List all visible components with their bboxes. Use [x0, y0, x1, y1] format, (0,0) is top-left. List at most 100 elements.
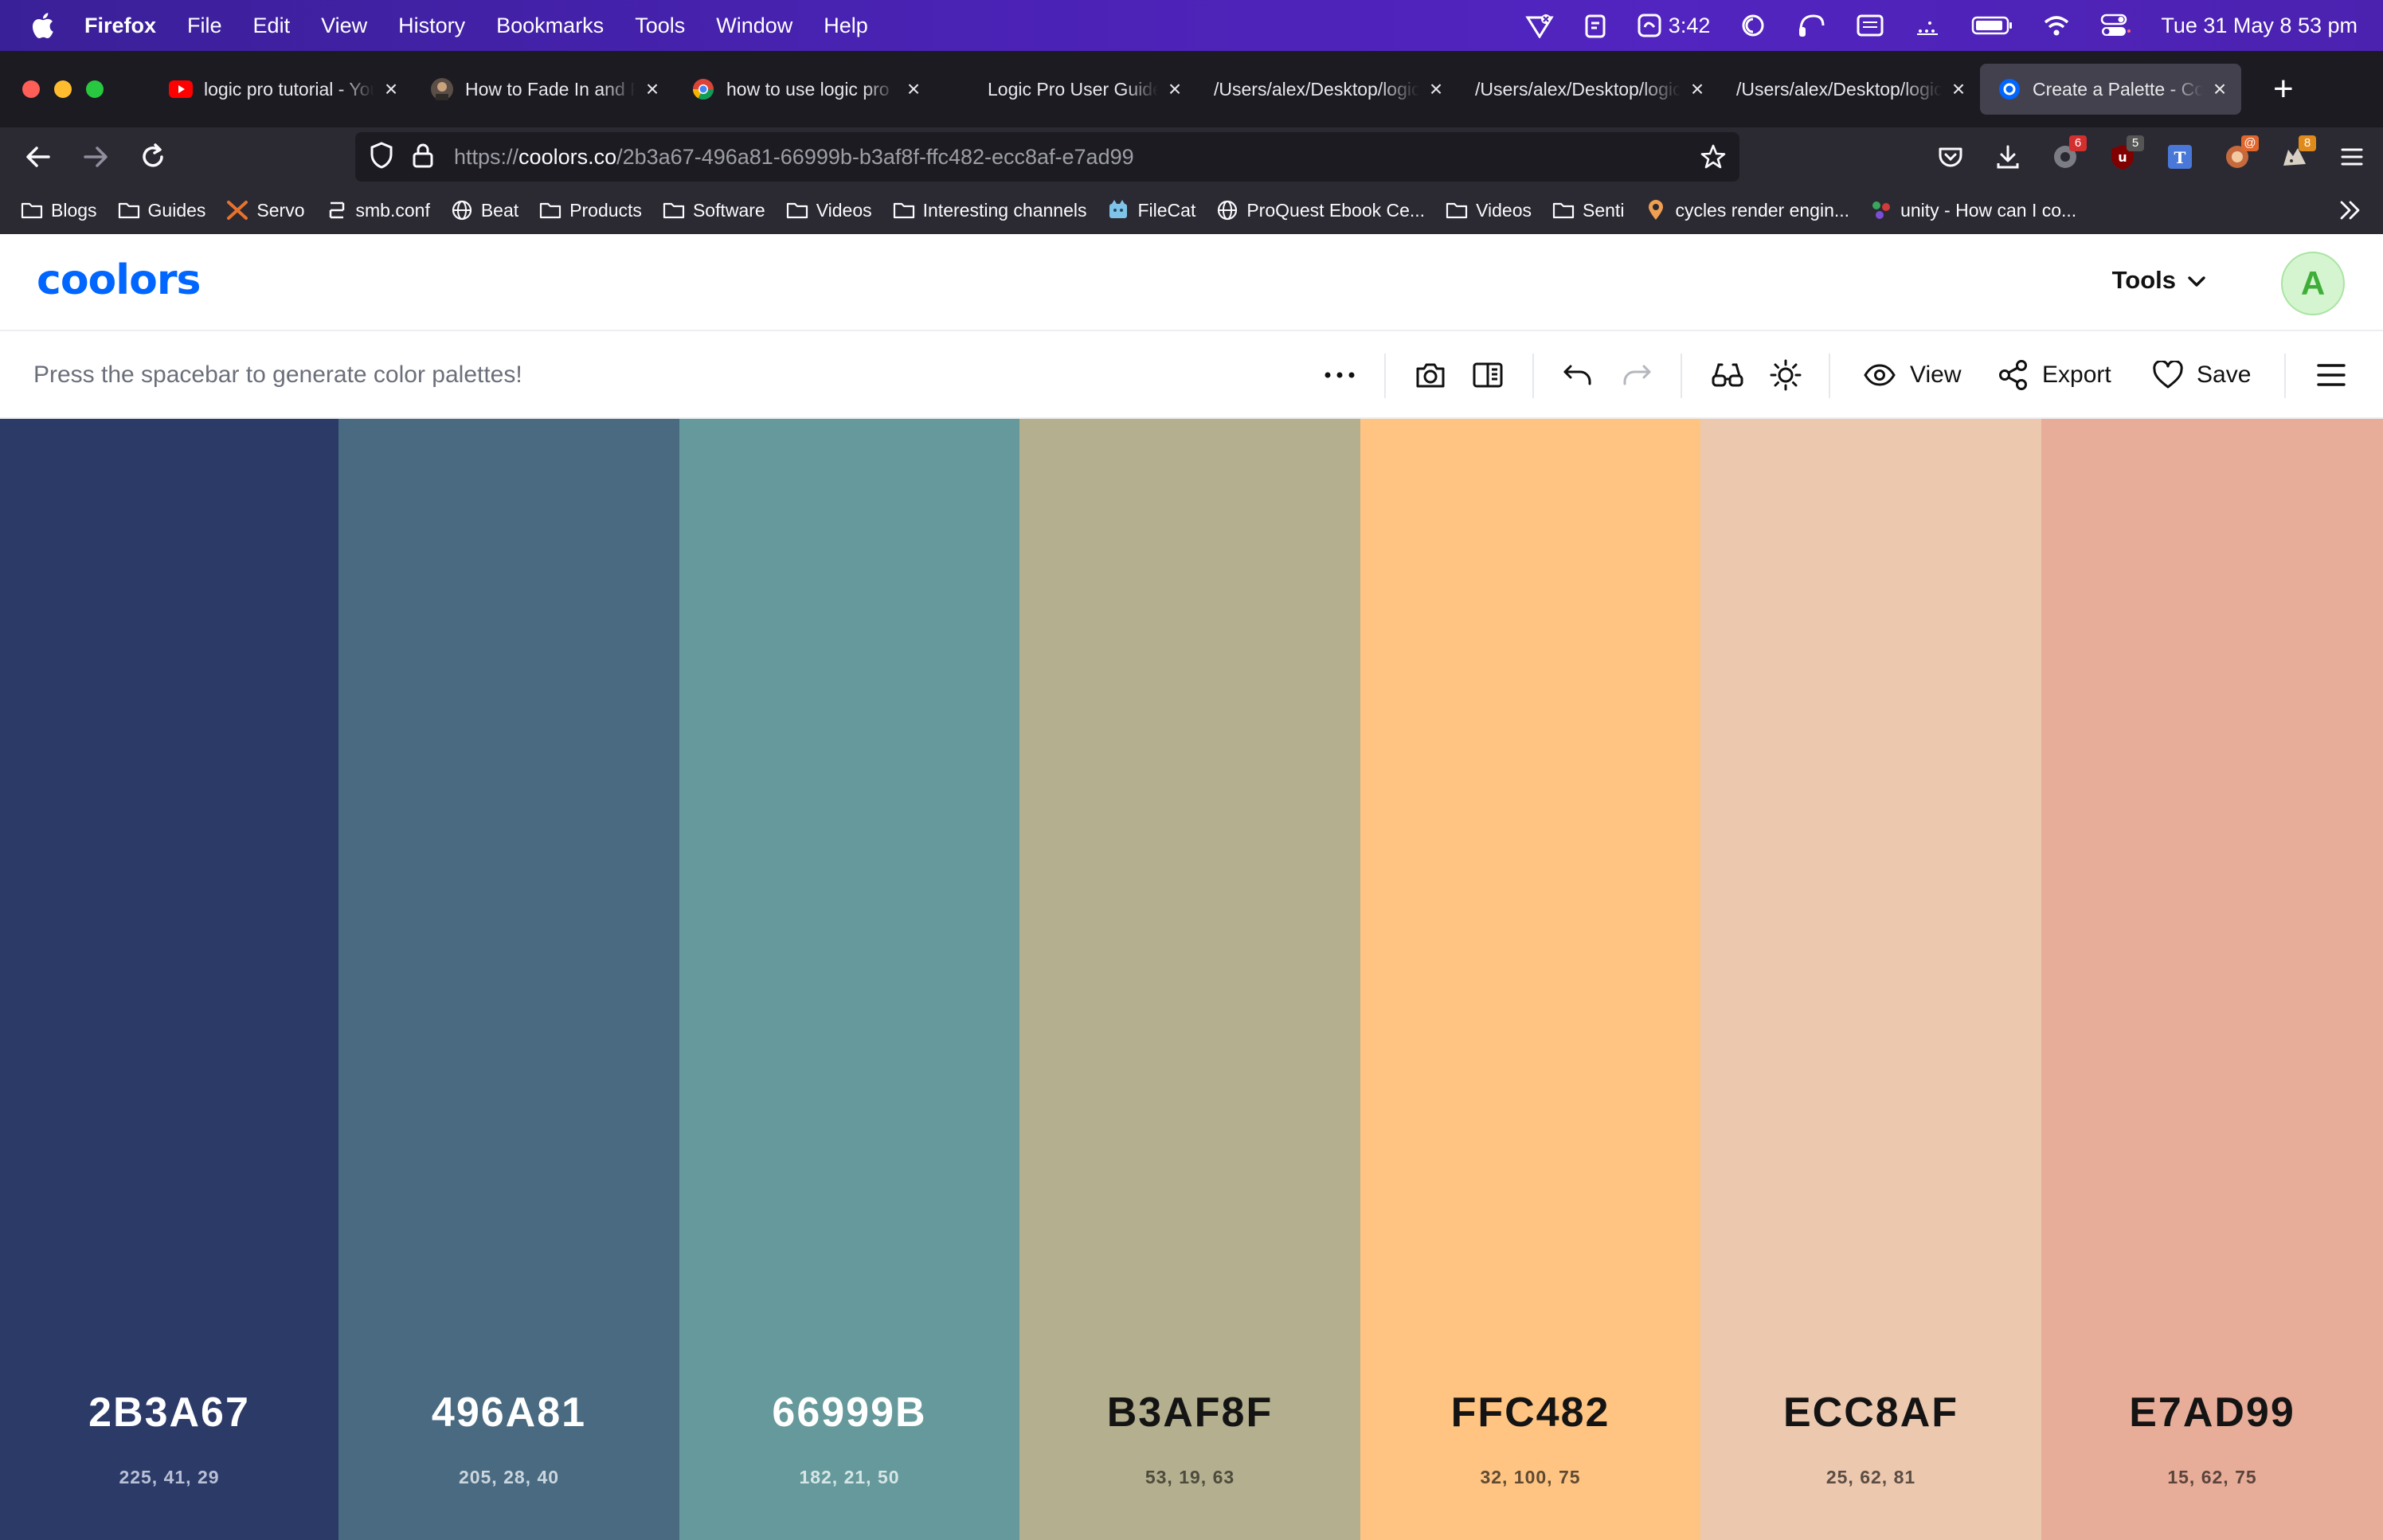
chevron-more-icon[interactable]: [2338, 199, 2362, 226]
bookmark-unity[interactable]: unity - How can I co...: [1870, 200, 2076, 221]
coolors-logo[interactable]: coolors: [37, 256, 201, 304]
brightness-icon[interactable]: [1770, 357, 1802, 393]
redo-icon[interactable]: [1622, 357, 1652, 393]
bookmark-videos-2[interactable]: Videos: [1446, 200, 1532, 221]
bookmark-star-icon[interactable]: [1700, 143, 1727, 174]
tab-close-icon[interactable]: ×: [1164, 78, 1185, 100]
ublock-icon[interactable]: u 5: [2106, 135, 2144, 174]
bookmark-proquest[interactable]: ProQuest Ebook Ce...: [1216, 200, 1425, 221]
clipboard-icon[interactable]: [1584, 12, 1606, 39]
app-menu-icon[interactable]: [2335, 140, 2369, 174]
tab-close-icon[interactable]: ×: [642, 78, 663, 100]
dots-status-icon[interactable]: [1914, 14, 1941, 37]
color-swatch[interactable]: E7AD99 15, 62, 75: [2041, 419, 2383, 1540]
tab-file-1[interactable]: /Users/alex/Desktop/logic ×: [1196, 64, 1458, 115]
back-button[interactable]: [21, 139, 56, 174]
extension-red-icon[interactable]: 6: [2048, 135, 2087, 174]
swatch-hex-code[interactable]: 66999B: [679, 1389, 1019, 1436]
menu-help[interactable]: Help: [824, 14, 868, 38]
bookmark-guides[interactable]: Guides: [118, 200, 205, 221]
hamburger-menu-icon[interactable]: [2316, 357, 2346, 393]
tools-menu[interactable]: Tools: [2112, 266, 2206, 295]
battery-icon[interactable]: [1971, 15, 2013, 36]
bookmark-senti[interactable]: Senti: [1552, 200, 1624, 221]
bookmark-software[interactable]: Software: [663, 200, 765, 221]
tab-youtube[interactable]: logic pro tutorial - YouTube ×: [151, 64, 413, 115]
zoom-window-button[interactable]: [86, 80, 104, 98]
menu-window[interactable]: Window: [716, 14, 792, 38]
url-bar[interactable]: https://coolors.co/2b3a67-496a81-66999b-…: [355, 132, 1739, 182]
menu-history[interactable]: History: [398, 14, 465, 38]
side-panel-icon[interactable]: [1472, 357, 1504, 393]
swatch-hex-code[interactable]: ECC8AF: [1700, 1389, 2041, 1436]
bookmark-cycles[interactable]: cycles render engin...: [1645, 200, 1849, 221]
menu-file[interactable]: File: [187, 14, 222, 38]
menu-clock[interactable]: Tue 31 May 8 53 pm: [2161, 14, 2358, 38]
headphones-icon[interactable]: [1796, 13, 1826, 38]
color-swatch[interactable]: 66999B 182, 21, 50: [679, 419, 1019, 1540]
pocket-icon[interactable]: [1934, 140, 1967, 174]
menu-app-name[interactable]: Firefox: [84, 14, 156, 38]
tab-close-icon[interactable]: ×: [903, 78, 924, 100]
downloads-icon[interactable]: [1991, 140, 2025, 174]
tab-google[interactable]: how to use logic pro ×: [674, 64, 935, 115]
new-tab-button[interactable]: +: [2273, 72, 2294, 107]
extension-orange-icon[interactable]: @: [2221, 135, 2259, 174]
glasses-icon[interactable]: [1711, 357, 1744, 393]
bookmark-blogs[interactable]: Blogs: [21, 200, 97, 221]
swatch-hex-code[interactable]: FFC482: [1360, 1389, 1700, 1436]
bookmark-smb[interactable]: smb.conf: [326, 200, 430, 221]
swatch-hex-code[interactable]: E7AD99: [2041, 1389, 2383, 1436]
bookmark-filecat[interactable]: FileCat: [1107, 200, 1195, 221]
apple-icon[interactable]: [30, 11, 56, 40]
color-swatch[interactable]: B3AF8F 53, 19, 63: [1019, 419, 1360, 1540]
swatch-hex-code[interactable]: 2B3A67: [0, 1389, 338, 1436]
menu-view[interactable]: View: [321, 14, 367, 38]
color-swatch[interactable]: ECC8AF 25, 62, 81: [1700, 419, 2041, 1540]
tab-close-icon[interactable]: ×: [1426, 78, 1446, 100]
menu-tools[interactable]: Tools: [635, 14, 685, 38]
tab-close-icon[interactable]: ×: [381, 78, 401, 100]
save-button[interactable]: Save: [2152, 357, 2251, 393]
tab-close-icon[interactable]: ×: [1948, 78, 1969, 100]
tab-file-2[interactable]: /Users/alex/Desktop/logic ×: [1458, 64, 1719, 115]
bookmark-servo[interactable]: Servo: [226, 200, 305, 221]
forward-button[interactable]: [78, 139, 113, 174]
timer-icon[interactable]: 3:42: [1637, 13, 1710, 38]
tab-close-icon[interactable]: ×: [1687, 78, 1708, 100]
camera-icon[interactable]: [1415, 357, 1446, 393]
more-options-button[interactable]: [1322, 357, 1357, 393]
extension-cat-icon[interactable]: 8: [2278, 135, 2316, 174]
lock-icon[interactable]: [413, 143, 433, 172]
color-swatch[interactable]: 2B3A67 225, 41, 29: [0, 419, 338, 1540]
wifi-icon[interactable]: [2043, 14, 2070, 37]
tab-coolors[interactable]: Create a Palette - Coolors ×: [1980, 64, 2241, 115]
control-center-icon[interactable]: [2100, 14, 2131, 37]
color-swatch[interactable]: FFC482 32, 100, 75: [1360, 419, 1700, 1540]
display-icon[interactable]: [1857, 14, 1884, 37]
reload-button[interactable]: [135, 139, 170, 174]
menu-bookmarks[interactable]: Bookmarks: [496, 14, 604, 38]
undo-icon[interactable]: [1563, 357, 1593, 393]
circle-status-icon[interactable]: [1740, 13, 1766, 38]
color-swatch[interactable]: 496A81 205, 28, 40: [338, 419, 679, 1540]
export-button[interactable]: Export: [1998, 357, 2111, 393]
tracking-protection-icon[interactable]: [370, 141, 393, 173]
bookmark-products[interactable]: Products: [539, 200, 642, 221]
tab-close-icon[interactable]: ×: [2209, 78, 2230, 100]
swatch-hex-code[interactable]: B3AF8F: [1019, 1389, 1360, 1436]
view-button[interactable]: View: [1864, 357, 1961, 393]
close-window-button[interactable]: [22, 80, 40, 98]
translate-icon[interactable]: T: [2163, 140, 2197, 174]
swatch-hex-code[interactable]: 496A81: [338, 1389, 679, 1436]
minimize-window-button[interactable]: [54, 80, 72, 98]
user-avatar[interactable]: A: [2281, 252, 2345, 315]
tab-file-3[interactable]: /Users/alex/Desktop/logic ×: [1719, 64, 1980, 115]
bookmark-beat[interactable]: Beat: [451, 200, 518, 221]
tab-fade[interactable]: How to Fade In and Fade Out ×: [413, 64, 674, 115]
menu-edit[interactable]: Edit: [253, 14, 291, 38]
bookmark-interesting-channels[interactable]: Interesting channels: [893, 200, 1086, 221]
vpn-icon[interactable]: [1525, 13, 1554, 38]
tab-logic-guide[interactable]: Logic Pro User Guide - logic ×: [935, 64, 1196, 115]
bookmark-videos[interactable]: Videos: [786, 200, 872, 221]
